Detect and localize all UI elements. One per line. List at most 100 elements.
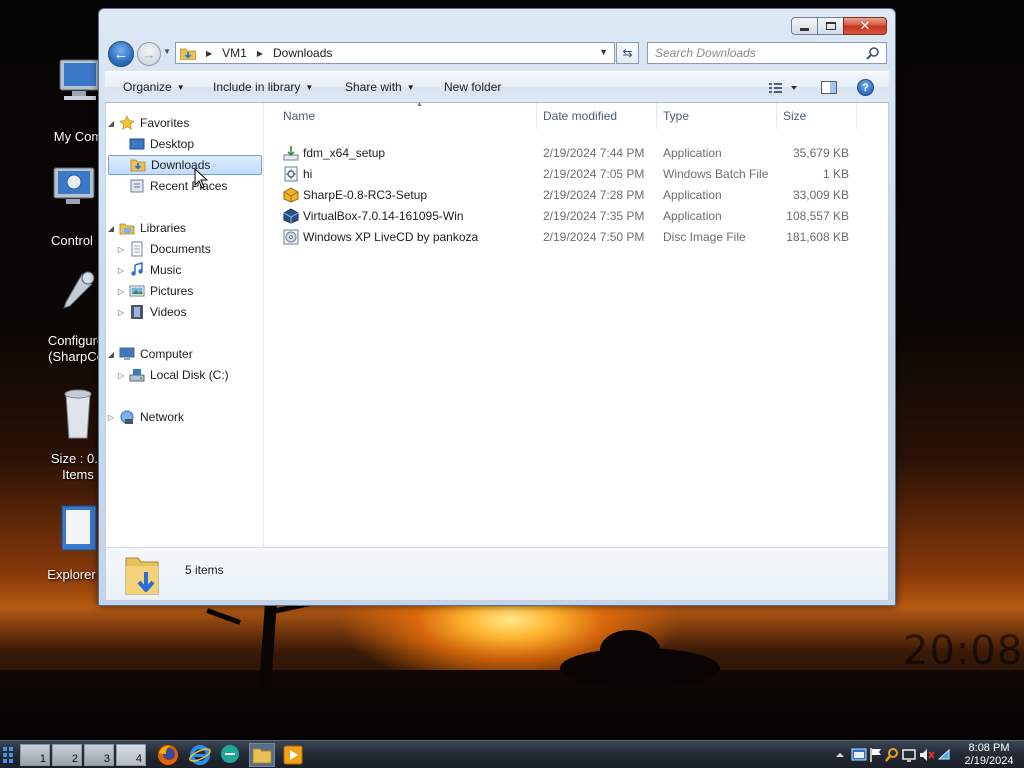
search-input[interactable] bbox=[655, 43, 855, 63]
internet-explorer-icon[interactable] bbox=[188, 743, 212, 767]
nav-downloads[interactable]: Downloads bbox=[108, 155, 262, 175]
file-row[interactable]: VirtualBox-7.0.14-161095-Win 2/19/2024 7… bbox=[265, 205, 865, 226]
volume-muted-icon[interactable] bbox=[919, 747, 935, 763]
tray-network-icon[interactable] bbox=[937, 747, 951, 763]
file-date: 2/19/2024 7:05 PM bbox=[543, 167, 645, 181]
organize-menu[interactable]: Organize ▼ bbox=[123, 80, 185, 94]
control-panel-icon bbox=[53, 167, 95, 204]
file-row[interactable]: Windows XP LiveCD by pankoza 2/19/2024 7… bbox=[265, 226, 865, 247]
address-bar[interactable]: ▶ VM1 ▶ Downloads ▼ bbox=[175, 42, 615, 64]
nav-pictures[interactable]: ▷ Pictures bbox=[106, 281, 263, 301]
share-with-label: Share with bbox=[345, 80, 402, 94]
nav-libraries[interactable]: ◢ Libraries bbox=[106, 218, 263, 238]
computer-icon bbox=[119, 347, 135, 360]
refresh-button[interactable]: ⇆ bbox=[616, 42, 639, 64]
nav-network[interactable]: ▷ Network bbox=[106, 407, 263, 427]
nav-label: Videos bbox=[150, 305, 187, 319]
content-area: ◢ Favorites Desktop Downloads Recent Pla… bbox=[105, 101, 890, 547]
workspace-4[interactable]: 4 bbox=[116, 744, 146, 766]
file-explorer-taskbar-button[interactable] bbox=[249, 743, 275, 767]
column-header-size[interactable]: Size bbox=[777, 103, 857, 129]
arrow-left-icon: ← bbox=[113, 45, 129, 63]
tray-window-icon[interactable] bbox=[851, 747, 867, 763]
expand-arrow-icon[interactable]: ◢ bbox=[106, 224, 116, 233]
expand-arrow-icon[interactable]: ▷ bbox=[116, 287, 126, 296]
expand-arrow-icon[interactable]: ▷ bbox=[116, 308, 126, 317]
share-with-menu[interactable]: Share with ▼ bbox=[345, 80, 415, 94]
nav-music[interactable]: ▷ Music bbox=[106, 260, 263, 280]
breadcrumb-root[interactable]: ▶ VM1 bbox=[206, 46, 247, 60]
include-in-library-menu[interactable]: Include in library ▼ bbox=[213, 80, 313, 94]
file-row[interactable]: hi 2/19/2024 7:05 PM Windows Batch File … bbox=[265, 163, 865, 184]
close-button[interactable]: ✕ bbox=[843, 17, 887, 35]
desktop-icon bbox=[129, 138, 145, 150]
help-icon[interactable]: ? bbox=[857, 79, 874, 96]
expand-arrow-icon[interactable]: ◢ bbox=[106, 350, 116, 359]
forward-button[interactable]: → bbox=[137, 42, 161, 66]
nav-documents[interactable]: ▷ Documents bbox=[106, 239, 263, 259]
address-dropdown-icon[interactable]: ▼ bbox=[599, 47, 608, 57]
recent-pages-dropdown[interactable]: ▼ bbox=[163, 47, 171, 56]
file-name: Windows XP LiveCD by pankoza bbox=[303, 230, 479, 244]
tray-flag-icon[interactable] bbox=[869, 747, 883, 763]
breadcrumb-downloads[interactable]: Downloads bbox=[273, 46, 332, 60]
expand-arrow-icon[interactable]: ◢ bbox=[106, 119, 116, 128]
media-player-icon[interactable] bbox=[281, 743, 305, 767]
expand-arrow-icon[interactable]: ▷ bbox=[116, 266, 126, 275]
workspace-1[interactable]: 1 bbox=[20, 744, 50, 766]
explorer-window: ✕ ← → ▼ ▶ VM1 ▶ Downloads ▼ ⇆ Organize ▼ bbox=[98, 8, 896, 606]
minimize-button[interactable] bbox=[791, 17, 818, 35]
nav-desktop[interactable]: Desktop bbox=[106, 134, 263, 154]
taskbar-clock[interactable]: 8:08 PM 2/19/2024 bbox=[958, 742, 1020, 768]
nav-local-disk[interactable]: ▷ Local Disk (C:) bbox=[106, 365, 263, 385]
maximize-button[interactable] bbox=[817, 17, 844, 35]
file-row[interactable]: fdm_x64_setup 2/19/2024 7:44 PM Applicat… bbox=[265, 142, 865, 163]
tray-expand-icon[interactable] bbox=[835, 747, 845, 763]
file-type: Disc Image File bbox=[663, 230, 746, 244]
search-icon[interactable] bbox=[866, 46, 880, 60]
star-icon bbox=[119, 115, 135, 130]
new-folder-button[interactable]: New folder bbox=[444, 80, 501, 94]
chevron-right-icon: ▶ bbox=[256, 48, 263, 58]
nav-favorites[interactable]: ◢ Favorites bbox=[106, 113, 263, 133]
tray-display-icon[interactable] bbox=[902, 747, 916, 763]
clock-time: 8:08 PM bbox=[968, 742, 1010, 754]
chat-app-icon[interactable] bbox=[218, 743, 242, 767]
start-menu-icon[interactable] bbox=[2, 746, 14, 764]
tray-search-icon[interactable] bbox=[885, 747, 899, 763]
preview-pane-icon[interactable] bbox=[820, 79, 838, 97]
include-in-library-label: Include in library bbox=[213, 80, 301, 94]
column-header-date-modified[interactable]: Date modified bbox=[537, 103, 657, 129]
breadcrumb-current[interactable]: ▶ Downloads bbox=[257, 46, 333, 60]
firefox-icon[interactable] bbox=[156, 743, 180, 767]
column-header-type[interactable]: Type bbox=[657, 103, 777, 129]
nav-label: Local Disk (C:) bbox=[150, 368, 229, 382]
column-header-name[interactable]: ▲ Name bbox=[277, 101, 537, 129]
search-box[interactable] bbox=[647, 42, 887, 64]
document-icon bbox=[61, 505, 97, 551]
nav-label: Favorites bbox=[140, 116, 190, 130]
workspace-2[interactable]: 2 bbox=[52, 744, 82, 766]
tree-branch bbox=[206, 608, 241, 625]
recycle-bin-icon bbox=[64, 389, 92, 439]
file-size: 1 KB bbox=[822, 167, 849, 181]
file-row[interactable]: SharpE-0.8-RC3-Setup 2/19/2024 7:28 PM A… bbox=[265, 184, 865, 205]
file-list-pane: ▲ Name Date modified Type Size fdm_x64_s… bbox=[265, 101, 890, 547]
expand-arrow-icon[interactable]: ▷ bbox=[106, 413, 116, 422]
nav-computer[interactable]: ◢ Computer bbox=[106, 344, 263, 364]
view-options-button[interactable] bbox=[767, 79, 801, 97]
nav-recent-places[interactable]: Recent Places bbox=[106, 176, 263, 196]
wrench-icon bbox=[63, 271, 95, 309]
chevron-right-icon: ▶ bbox=[206, 48, 213, 58]
mouse-pointer-icon bbox=[194, 168, 208, 189]
back-button[interactable]: ← bbox=[108, 41, 134, 67]
nav-label: Recent Places bbox=[150, 179, 228, 193]
folder-download-icon bbox=[125, 557, 159, 595]
command-bar: Organize ▼ Include in library ▼ Share with… bbox=[105, 71, 889, 103]
nav-videos[interactable]: ▷ Videos bbox=[106, 302, 263, 322]
breadcrumb-vm1[interactable]: VM1 bbox=[222, 46, 247, 60]
expand-arrow-icon[interactable]: ▷ bbox=[116, 371, 126, 380]
expand-arrow-icon[interactable]: ▷ bbox=[116, 245, 126, 254]
maximize-icon bbox=[825, 22, 836, 30]
workspace-3[interactable]: 3 bbox=[84, 744, 114, 766]
